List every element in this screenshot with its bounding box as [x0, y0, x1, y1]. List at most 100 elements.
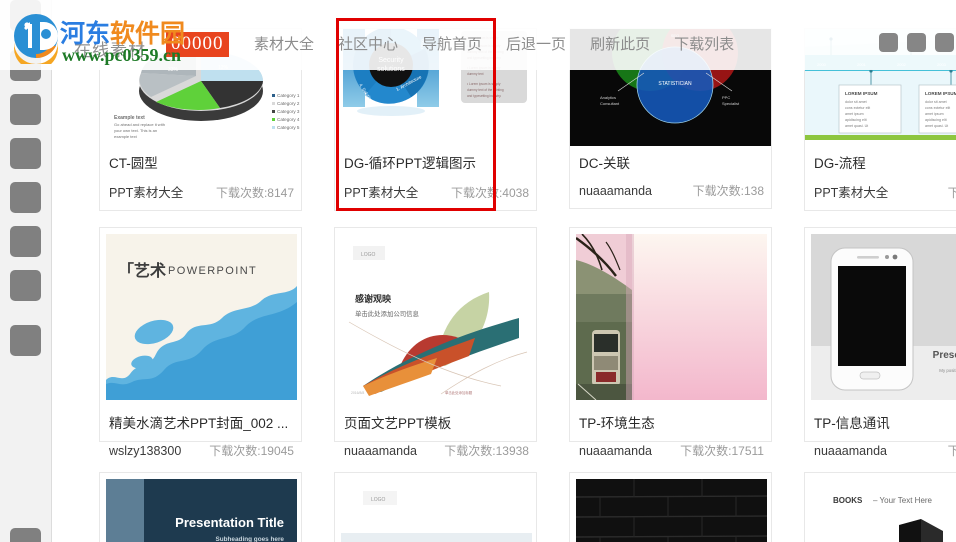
- svg-text:example text: example text: [114, 134, 138, 139]
- material-downloads: 下载次数:19045: [209, 444, 294, 458]
- material-title: DC-关联: [579, 156, 630, 171]
- close-button[interactable]: [935, 33, 954, 52]
- material-author: nuaaamanda: [344, 444, 417, 458]
- window-controls: [879, 33, 954, 52]
- material-card[interactable]: [569, 472, 772, 542]
- material-thumbnail[interactable]: [576, 234, 767, 400]
- sidebar-icon-4[interactable]: [10, 182, 41, 213]
- material-thumbnail[interactable]: LOGO 感谢观映 单击此处添加公司信息 2016/8/8 单击此处添加标题: [341, 234, 532, 400]
- material-thumbnail[interactable]: 「艺术 POWERPOINT: [106, 234, 297, 400]
- material-card[interactable]: Presentation Title Subheading goes here: [99, 472, 302, 542]
- material-meta: TP-环境生态 nuaaamanda 下载次数:17511: [570, 406, 771, 468]
- material-downloads: 下载次数:13938: [444, 444, 529, 458]
- svg-text:BOOKS: BOOKS: [833, 496, 863, 505]
- material-title: 精美水滴艺术PPT封面_002 ...: [109, 416, 289, 431]
- svg-text:dolor sit amet: dolor sit amet: [845, 100, 867, 104]
- svg-text:My position,: My position,: [939, 368, 956, 373]
- material-author: wslzy138300: [109, 444, 182, 458]
- sakura-train-photo: [576, 234, 767, 400]
- sidebar-icon-6[interactable]: [10, 270, 41, 301]
- svg-text:感谢观映: 感谢观映: [355, 293, 392, 305]
- material-title: DG-循环PPT逻辑图示: [344, 156, 477, 171]
- material-thumbnail[interactable]: Present My position, c: [811, 234, 956, 400]
- material-card[interactable]: Present My position, c TP-信息通讯 nuaaamand…: [804, 227, 956, 458]
- svg-text:your own text. This is an: your own text. This is an: [114, 128, 157, 133]
- material-meta: TP-信息通讯 nuaaamanda 下载次数:: [805, 406, 956, 468]
- svg-text:LOGO: LOGO: [361, 252, 376, 258]
- material-card[interactable]: LOGO: [334, 472, 537, 542]
- svg-text:Go ahead and replace it with: Go ahead and replace it with: [114, 122, 165, 127]
- nav-item-downloads[interactable]: 下载列表: [674, 34, 734, 54]
- svg-text:Presentation Title: Presentation Title: [175, 515, 284, 530]
- material-card[interactable]: TP-环境生态 nuaaamanda 下载次数:17511: [569, 227, 772, 458]
- svg-text:Specialist: Specialist: [722, 101, 740, 106]
- svg-text:LOREM IPSUM: LOREM IPSUM: [845, 91, 878, 96]
- material-card[interactable]: BOOKS – Your Text Here Lorem ipsum dolor…: [804, 472, 956, 542]
- svg-text:Subheading goes here: Subheading goes here: [215, 536, 284, 542]
- maximize-button[interactable]: [907, 33, 926, 52]
- svg-text:dummy text: dummy text: [467, 72, 484, 76]
- material-author: nuaaamanda: [579, 184, 652, 198]
- sidebar-icon-2[interactable]: [10, 94, 41, 125]
- material-title: 页面文艺PPT模板: [344, 416, 452, 431]
- svg-text:cons ectetur elit: cons ectetur elit: [845, 106, 870, 110]
- material-author: PPT素材大全: [109, 186, 184, 200]
- material-thumbnail[interactable]: Presentation Title Subheading goes here: [106, 479, 297, 542]
- books-slide: BOOKS – Your Text Here Lorem ipsum dolor…: [811, 479, 956, 542]
- material-meta: 页面文艺PPT模板 nuaaamanda 下载次数:13938: [335, 406, 536, 468]
- left-sidebar: [0, 0, 52, 542]
- svg-text:Category 5: Category 5: [277, 125, 300, 130]
- sidebar-icon-7[interactable]: [10, 325, 41, 356]
- sidebar-icon-5b[interactable]: [10, 226, 41, 257]
- svg-text:amet ipsum: amet ipsum: [925, 112, 944, 116]
- application-window: 12% 33% Category 1 Category 2 Category 3…: [0, 0, 956, 542]
- svg-text:Category 1: Category 1: [277, 93, 300, 98]
- svg-text:「艺术: 「艺术: [118, 261, 166, 280]
- sidebar-icon-8[interactable]: [10, 528, 41, 542]
- nav-item-refresh[interactable]: 刷新此页: [590, 34, 650, 54]
- svg-text:Present: Present: [933, 350, 956, 361]
- svg-text:2016/8/8: 2016/8/8: [351, 391, 364, 395]
- svg-text:apidiscing elit: apidiscing elit: [925, 118, 947, 122]
- material-meta: DG-循环PPT逻辑图示 PPT素材大全 下载次数:4038: [335, 146, 536, 210]
- material-author: PPT素材大全: [344, 186, 419, 200]
- material-card[interactable]: LOGO 感谢观映 单击此处添加公司信息 2016/8/8 单击此处添加标题 页…: [334, 227, 537, 458]
- nav-item-home[interactable]: 导航首页: [422, 34, 482, 54]
- nav-item-back[interactable]: 后退一页: [506, 34, 566, 54]
- navy-presentation-slide: Presentation Title Subheading goes here: [106, 479, 297, 542]
- material-thumbnail[interactable]: BOOKS – Your Text Here Lorem ipsum dolor…: [811, 479, 956, 542]
- material-meta: DC-关联 nuaaamanda 下载次数:138: [570, 146, 771, 208]
- svg-text:STATISTICIAN: STATISTICIAN: [658, 81, 692, 87]
- watermark-logo-icon: [14, 14, 58, 64]
- material-meta: CT-圆型 PPT素材大全 下载次数:8147: [100, 146, 301, 210]
- svg-text:Category 3: Category 3: [277, 109, 300, 114]
- svg-text:PPC: PPC: [722, 95, 730, 100]
- svg-text:amet quasi. Ut: amet quasi. Ut: [925, 124, 948, 128]
- minimize-button[interactable]: [879, 33, 898, 52]
- material-author: nuaaamanda: [814, 444, 887, 458]
- material-title: TP-环境生态: [579, 416, 655, 431]
- main-navigation: 素材大全 社区中心 导航首页 后退一页 刷新此页 下载列表: [254, 30, 734, 58]
- watermark-brand-part1: 河东: [60, 19, 111, 48]
- material-meta: DG-流程 PPT素材大全 下载次数:: [805, 146, 956, 210]
- svg-text:Example text: Example text: [114, 115, 145, 121]
- svg-text:dolor sit amet: dolor sit amet: [925, 100, 947, 104]
- smartphone-icon: Present My position, c: [811, 234, 956, 400]
- svg-text:amet quasi. Ut: amet quasi. Ut: [845, 124, 868, 128]
- nav-item-community[interactable]: 社区中心: [338, 34, 398, 54]
- material-card[interactable]: 「艺术 POWERPOINT 精美水滴艺术PPT封面_002 ... wslzy…: [99, 227, 302, 458]
- material-downloads: 下载次数:: [947, 444, 956, 458]
- brand-logo-area[interactable]: 在线素材 00000 河东软件园 www.pc0359.cn: [6, 8, 256, 66]
- nav-item-materials[interactable]: 素材大全: [254, 34, 314, 54]
- material-title: CT-圆型: [109, 156, 158, 171]
- sidebar-icon-3[interactable]: [10, 138, 41, 169]
- material-grid-scroll-area[interactable]: 12% 33% Category 1 Category 2 Category 3…: [53, 0, 956, 542]
- watermark-url: www.pc0359.cn: [62, 45, 182, 65]
- svg-text:apidiscing elit: apidiscing elit: [845, 118, 867, 122]
- material-thumbnail[interactable]: LOGO: [341, 479, 532, 542]
- watermark-brand-part2: 软件园: [110, 19, 186, 48]
- leaf-art-icon: LOGO 感谢观映 单击此处添加公司信息 2016/8/8 单击此处添加标题: [341, 234, 532, 400]
- svg-text:cons ectetur elit: cons ectetur elit: [925, 106, 950, 110]
- svg-text:LOREM IPSUM: LOREM IPSUM: [925, 91, 956, 96]
- material-thumbnail[interactable]: [576, 479, 767, 542]
